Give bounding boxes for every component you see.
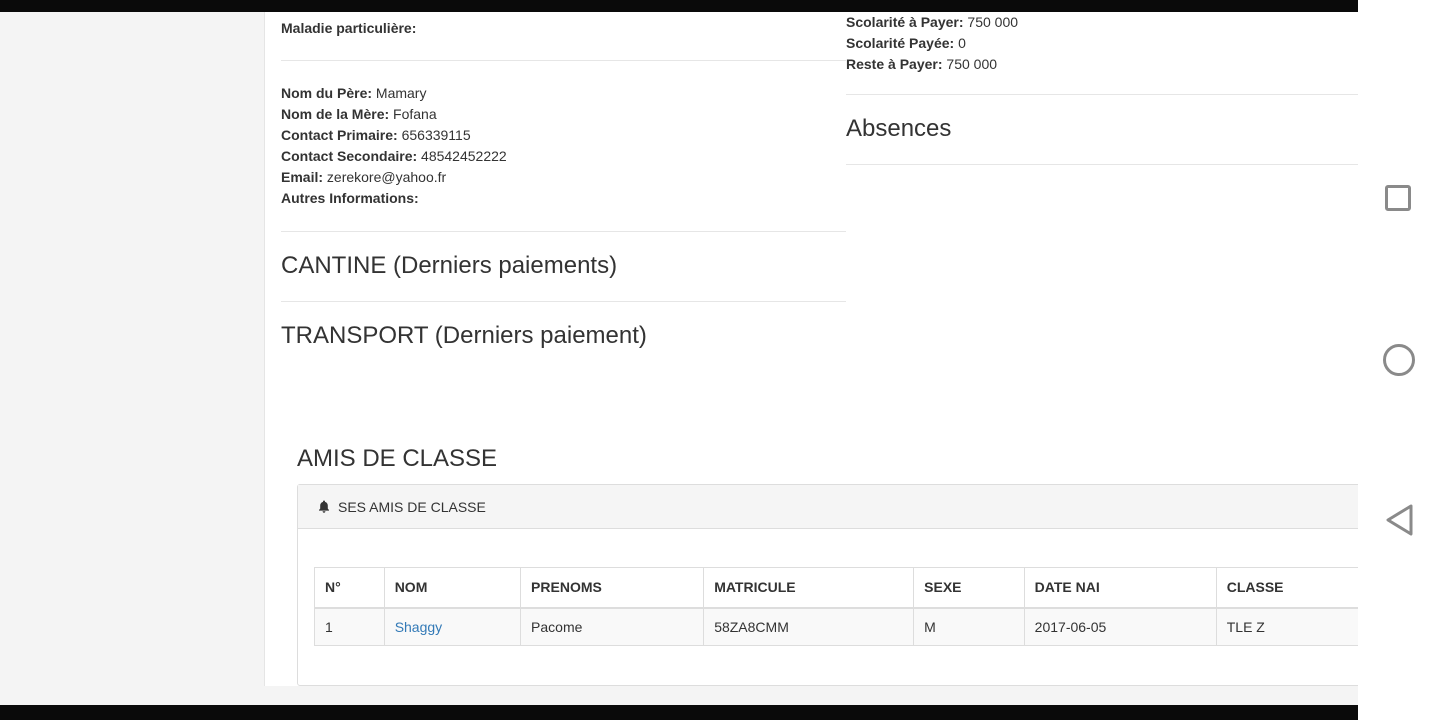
scolarite-payee-line: Scolarité Payée: 0: [846, 33, 1018, 54]
cell-numero: 1: [314, 607, 385, 646]
col-header-numero[interactable]: N°: [314, 567, 385, 609]
amis-heading: AMIS DE CLASSE: [297, 445, 498, 472]
divider: [281, 60, 846, 61]
col-header-matricule[interactable]: MATRICULE: [703, 567, 915, 609]
col-header-prenoms[interactable]: PRENOMS: [520, 567, 705, 609]
table-header-row: N° NOM PRENOMS MATRICULE SEXE DATE NAI C…: [314, 567, 1359, 609]
cell-matricule: 58ZA8CMM: [703, 607, 915, 646]
mere-value: Fofana: [393, 106, 437, 122]
scolarite-payee-value: 0: [958, 35, 966, 51]
maladie-label: Maladie particulière:: [281, 20, 417, 36]
amis-table: N° NOM PRENOMS MATRICULE SEXE DATE NAI C…: [314, 567, 1359, 646]
email-value: zerekore@yahoo.fr: [326, 169, 447, 185]
pere-label: Nom du Père:: [281, 85, 373, 101]
back-icon[interactable]: [1383, 503, 1415, 537]
mere-line: Nom de la Mère: Fofana: [281, 104, 507, 125]
divider: [281, 231, 846, 232]
pere-line: Nom du Père: Mamary: [281, 83, 507, 104]
contact-secondaire-value: 48542452222: [421, 148, 507, 164]
reste-a-payer-label: Reste à Payer:: [846, 56, 943, 72]
contact-primaire-label: Contact Primaire:: [281, 127, 398, 143]
cell-date-nai: 2017-06-05: [1023, 607, 1217, 646]
recent-apps-icon[interactable]: [1385, 185, 1411, 211]
bottom-bar: [0, 705, 1358, 720]
panel-heading: SES AMIS DE CLASSE: [298, 485, 1359, 529]
scolarite-a-payer-label: Scolarité à Payer:: [846, 14, 964, 30]
email-label: Email:: [281, 169, 324, 185]
contact-secondaire-line: Contact Secondaire: 48542452222: [281, 146, 507, 167]
cell-nom: Shaggy: [383, 607, 522, 646]
autres-label: Autres Informations:: [281, 190, 419, 206]
amis-panel: SES AMIS DE CLASSE N° NOM PRENOMS MATRIC…: [297, 484, 1359, 686]
divider: [281, 301, 846, 302]
contact-primaire-value: 656339115: [401, 127, 471, 143]
autres-line: Autres Informations:: [281, 188, 507, 209]
scolarite-payee-label: Scolarité Payée:: [846, 35, 955, 51]
col-header-sexe[interactable]: SEXE: [913, 567, 1025, 609]
col-header-classe[interactable]: CLASSE: [1215, 567, 1359, 609]
col-header-date-nai[interactable]: DATE NAI: [1023, 567, 1217, 609]
divider: [846, 164, 1359, 165]
mere-label: Nom de la Mère:: [281, 106, 390, 122]
absences-heading: Absences: [846, 115, 952, 142]
col-header-nom[interactable]: NOM: [383, 567, 522, 609]
scolarite-a-payer-line: Scolarité à Payer: 750 000: [846, 12, 1018, 33]
cantine-heading: CANTINE (Derniers paiements): [281, 252, 618, 279]
reste-a-payer-value: 750 000: [946, 56, 998, 72]
parents-info: Nom du Père: Mamary Nom de la Mère: Fofa…: [281, 83, 507, 209]
cell-prenoms: Pacome: [520, 607, 705, 646]
bell-icon: [319, 500, 329, 513]
reste-a-payer-line: Reste à Payer: 750 000: [846, 54, 1018, 75]
cell-sexe: M: [913, 607, 1025, 646]
scolarite-info: Scolarité à Payer: 750 000 Scolarité Pay…: [846, 12, 1018, 75]
contact-primaire-line: Contact Primaire: 656339115: [281, 125, 507, 146]
scolarite-a-payer-value: 750 000: [967, 14, 1019, 30]
student-detail-page: Maladie particulière: Nom du Père: Mamar…: [264, 12, 1359, 686]
transport-heading: TRANSPORT (Derniers paiement): [281, 322, 647, 349]
cell-classe: TLE Z: [1215, 607, 1359, 646]
maladie-info: Maladie particulière:: [281, 18, 416, 39]
email-line: Email: zerekore@yahoo.fr: [281, 167, 507, 188]
student-name-link[interactable]: Shaggy: [395, 619, 442, 635]
contact-secondaire-label: Contact Secondaire:: [281, 148, 418, 164]
pere-value: Mamary: [375, 85, 427, 101]
panel-title: SES AMIS DE CLASSE: [338, 498, 486, 515]
home-icon[interactable]: [1383, 344, 1415, 376]
divider: [846, 94, 1359, 95]
table-row: 1 Shaggy Pacome 58ZA8CMM M 2017-06-05 TL…: [314, 607, 1359, 646]
status-bar: [0, 0, 1358, 12]
